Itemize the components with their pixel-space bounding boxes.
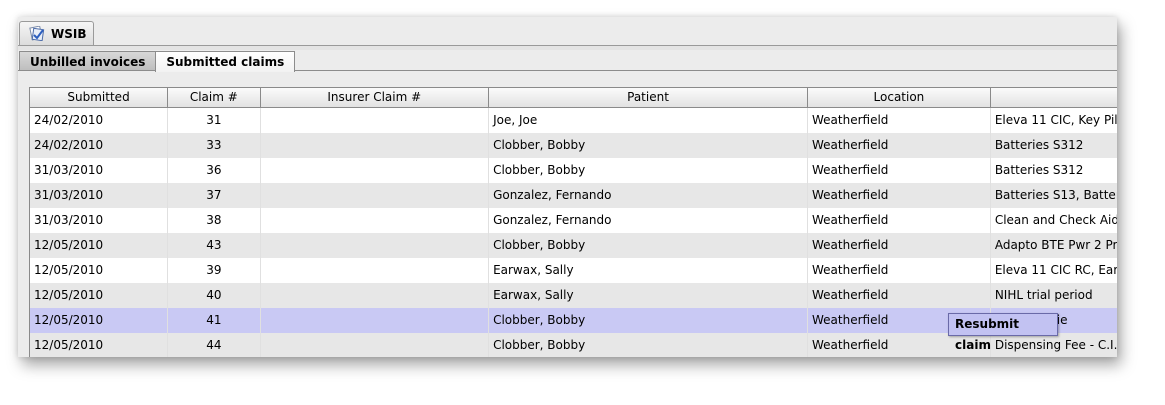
- table-header: Submitted Claim # Insurer Claim # Patien…: [30, 88, 1117, 108]
- cell-patient: Clobber, Bobby: [489, 333, 808, 357]
- cell-claim-number: 38: [168, 208, 261, 233]
- cell-submitted: 12/05/2010: [30, 258, 169, 283]
- column-header-patient[interactable]: Patient: [489, 88, 808, 108]
- cell-location: Weatherfield: [808, 233, 991, 258]
- cell-insurer-claim: [261, 183, 490, 208]
- cell-service: NIHL trial period: [994, 288, 1093, 302]
- table-row[interactable]: 24/02/2010 33 Clobber, Bobby Weatherfield Ba…: [30, 133, 1117, 158]
- sub-tab-bar: Unbilled invoices Submitted claims: [19, 51, 296, 72]
- document-check-icon: [28, 25, 45, 42]
- tab-wsib[interactable]: WSIB: [19, 21, 94, 45]
- cell-insurer-claim: [261, 133, 490, 158]
- cell-patient: Clobber, Bobby: [489, 133, 808, 158]
- cell-patient: Clobber, Bobby: [489, 308, 808, 333]
- cell-submitted: 12/05/2010: [30, 233, 169, 258]
- cell-patient: Clobber, Bobby: [489, 158, 808, 183]
- cell-claim-number: 31: [168, 108, 261, 133]
- cell-location: Weatherfield: [808, 183, 991, 208]
- cell-claim-number: 44: [168, 333, 261, 357]
- tab-submitted-claims[interactable]: Submitted claims: [155, 51, 296, 72]
- cell-service: Clean and Check Aid: [994, 213, 1117, 227]
- divider: [18, 46, 1117, 50]
- cell-submitted: 12/05/2010: [30, 283, 169, 308]
- cell-insurer-claim: [261, 233, 490, 258]
- table-row[interactable]: 24/02/2010 31 Joe, Joe Weatherfield Eleva 11…: [30, 108, 1117, 133]
- cell-claim-number: 41: [168, 308, 261, 333]
- cell-insurer-claim: [261, 108, 490, 133]
- cell-location: Weatherfield: [808, 258, 991, 283]
- cell-submitted: 12/05/2010: [30, 308, 169, 333]
- cell-claim-number: 39: [168, 258, 261, 283]
- column-header-insurer-claim[interactable]: Insurer Claim #: [260, 88, 490, 108]
- cell-patient: Earwax, Sally: [489, 283, 808, 308]
- table-row[interactable]: 31/03/2010 36 Clobber, Bobby Weatherfield Ba…: [30, 158, 1117, 183]
- table-row[interactable]: 31/03/2010 38 Gonzalez, Fernando Weatherfie…: [30, 208, 1117, 233]
- cell-insurer-claim: [261, 258, 490, 283]
- cell-claim-number: 36: [168, 158, 261, 183]
- cell-claim-number: 40: [168, 283, 261, 308]
- cell-service: Batteries S312: [994, 163, 1084, 177]
- tab-wsib-label: WSIB: [51, 26, 87, 41]
- cell-patient: Gonzalez, Fernando: [489, 208, 808, 233]
- column-header-submitted[interactable]: Submitted: [30, 88, 169, 108]
- table-row[interactable]: 12/05/2010 43 Clobber, Bobby Weatherfield Ad…: [30, 233, 1117, 258]
- cell-location: Weatherfield: [808, 283, 991, 308]
- cell-claim-number: 43: [168, 233, 261, 258]
- column-header-service[interactable]: [990, 88, 1117, 108]
- cell-patient: Clobber, Bobby: [489, 233, 808, 258]
- table-row[interactable]: 12/05/2010 40 Earwax, Sally Weatherfield NIH…: [30, 283, 1117, 308]
- cell-submitted: 24/02/2010: [30, 133, 169, 158]
- cell-claim-number: 33: [168, 133, 261, 158]
- table-row[interactable]: 12/05/2010 44 Clobber, Bobby Weatherfield Di…: [30, 333, 1117, 357]
- cell-service: Eleva 11 CIC, Key Pilo: [994, 113, 1117, 127]
- wsib-window: WSIB Unbilled invoices Submitted claims …: [18, 17, 1117, 357]
- cell-service: Eleva 11 CIC RC, Ear: [994, 263, 1117, 277]
- cell-insurer-claim: [261, 158, 490, 183]
- cell-service: Batteries S312: [994, 138, 1084, 152]
- cell-submitted: 31/03/2010: [30, 183, 169, 208]
- cell-location: Weatherfield: [808, 108, 991, 133]
- cell-insurer-claim: [261, 283, 490, 308]
- cell-patient: Gonzalez, Fernando: [489, 183, 808, 208]
- cell-submitted: 31/03/2010: [30, 208, 169, 233]
- cell-submitted: 31/03/2010: [30, 158, 169, 183]
- cell-submitted: 24/02/2010: [30, 108, 169, 133]
- cell-location: Weatherfield: [808, 208, 991, 233]
- table-row[interactable]: 31/03/2010 37 Gonzalez, Fernando Weatherfie…: [30, 183, 1117, 208]
- tab-unbilled-invoices[interactable]: Unbilled invoices: [19, 51, 157, 71]
- cell-patient: Joe, Joe: [489, 108, 808, 133]
- table-row[interactable]: 12/05/2010 39 Earwax, Sally Weatherfield Ele…: [30, 258, 1117, 283]
- cell-patient: Earwax, Sally: [489, 258, 808, 283]
- cell-claim-number: 37: [168, 183, 261, 208]
- column-header-claim[interactable]: Claim #: [168, 88, 261, 108]
- cell-insurer-claim: [261, 308, 490, 333]
- menu-item-resubmit-claim[interactable]: Resubmit claim: [955, 314, 1057, 356]
- cell-submitted: 12/05/2010: [30, 333, 169, 357]
- cell-location: Weatherfield: [808, 158, 991, 183]
- cell-insurer-claim: [261, 333, 490, 357]
- cell-service: Adapto BTE Pwr 2 Pro: [994, 238, 1117, 252]
- cell-insurer-claim: [261, 208, 490, 233]
- cell-location: Weatherfield: [808, 133, 991, 158]
- context-menu: Resubmit claim: [948, 313, 1058, 352]
- cell-service: Batteries S13, Battery: [994, 188, 1117, 202]
- column-header-location[interactable]: Location: [808, 88, 991, 108]
